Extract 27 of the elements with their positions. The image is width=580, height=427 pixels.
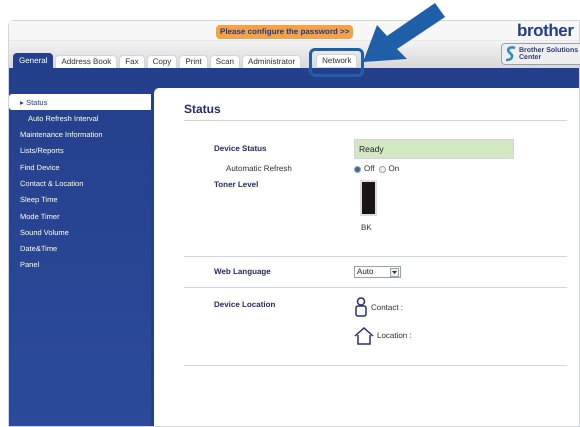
field-label: Device Status — [214, 143, 268, 155]
toner-label: BK — [361, 222, 372, 234]
page-title: Status — [184, 101, 222, 117]
tab[interactable]: Print — [179, 55, 208, 68]
status-field: Ready — [354, 139, 514, 159]
tab[interactable]: Administrator — [242, 55, 302, 68]
field-label: Web Language — [214, 266, 272, 278]
password-banner-button[interactable]: Please configure the password >> — [216, 25, 354, 39]
dropdown-icon — [392, 270, 397, 274]
field-label: Location : — [377, 330, 412, 342]
tab[interactable]: Copy — [146, 55, 178, 68]
house-icon — [354, 327, 374, 345]
tab[interactable]: Scan — [210, 55, 240, 68]
field-label: Automatic Refresh — [225, 163, 293, 175]
s-logo-icon — [505, 46, 517, 62]
language-select[interactable]: Auto — [354, 266, 401, 278]
person-icon — [354, 297, 368, 317]
tab[interactable]: Address Book — [55, 55, 118, 68]
radio-option[interactable]: Off — [354, 163, 375, 175]
tab[interactable]: Fax — [119, 55, 145, 68]
field-label: Device Location — [214, 299, 276, 311]
tab[interactable]: Network — [316, 54, 358, 67]
field-label: Contact : — [371, 302, 404, 314]
field-label: Toner Level — [214, 179, 260, 191]
radio-option[interactable]: On — [378, 163, 400, 175]
brand-logo: brother — [517, 21, 574, 41]
tab[interactable]: General — [13, 53, 54, 68]
